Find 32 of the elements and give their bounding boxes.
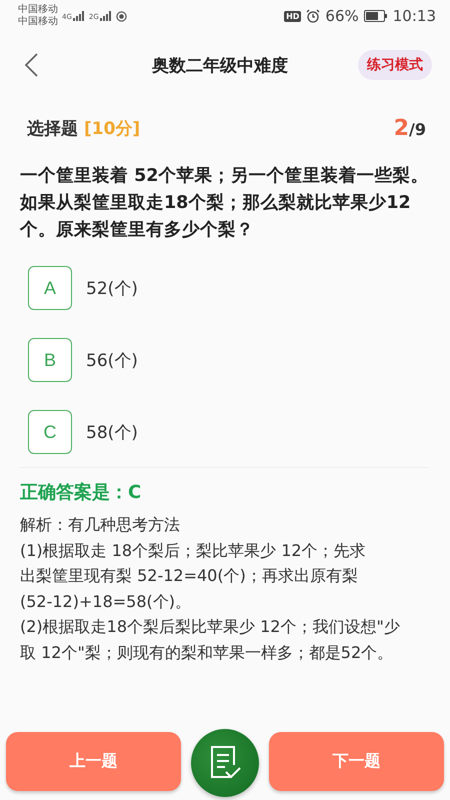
explanation-line: 出梨筐里现有梨 52-12=40(个)；再求出原有梨 bbox=[20, 565, 359, 587]
clock: 10:13 bbox=[392, 7, 436, 25]
option-letter-button[interactable]: A bbox=[28, 266, 72, 310]
question-score: [10分] bbox=[84, 118, 140, 140]
option-letter-button[interactable]: C bbox=[28, 410, 72, 454]
option-text[interactable]: 52(个) bbox=[86, 276, 138, 300]
explanation-line: 取 12个"梨；则现有的梨和苹果一样多；都是52个。 bbox=[20, 642, 394, 664]
battery-icon bbox=[364, 10, 388, 22]
next-question-button[interactable]: 下一题 bbox=[269, 732, 444, 791]
option-text[interactable]: 56(个) bbox=[86, 348, 138, 372]
answer-sheet-button[interactable] bbox=[191, 729, 259, 797]
carrier-name: 中国移动 bbox=[18, 16, 58, 28]
question-text: 一个筐里装着 52个苹果；另一个筐里装着一些梨。如果从梨筐里取走18个梨；那么梨就比苹果少12个。原来梨筐里有多少个梨？ bbox=[18, 164, 430, 242]
signal-icon bbox=[72, 11, 85, 21]
page-title: 奥数二年级中难度 bbox=[150, 54, 289, 76]
question-total: /9 bbox=[409, 120, 426, 139]
mode-badge: 练习模式 bbox=[358, 50, 432, 80]
current-question-number: 2 bbox=[394, 116, 410, 141]
explanation-line: (52-12)+18=58(个)。 bbox=[20, 590, 192, 612]
battery-percent: 66% bbox=[325, 7, 359, 25]
alarm-icon bbox=[306, 9, 320, 23]
explanation-line: 解析：有几种思考方法 bbox=[20, 514, 181, 536]
carrier-name: 中国移动 bbox=[18, 4, 58, 16]
option-text[interactable]: 58(个) bbox=[86, 420, 138, 444]
previous-question-button[interactable]: 上一题 bbox=[6, 732, 181, 791]
option-letter-button[interactable]: B bbox=[28, 338, 72, 382]
hd-badge: HD bbox=[284, 10, 302, 22]
explanation-line: (1)根据取走 18个梨后；梨比苹果少 12个；先求 bbox=[20, 540, 367, 562]
correct-answer: 正确答案是：C bbox=[19, 481, 142, 504]
question-type: 选择题 bbox=[27, 118, 78, 140]
explanation-line: (2)根据取走18个梨后梨比苹果少 12个；我们设想"少 bbox=[20, 616, 401, 638]
signal-icon bbox=[100, 11, 112, 21]
